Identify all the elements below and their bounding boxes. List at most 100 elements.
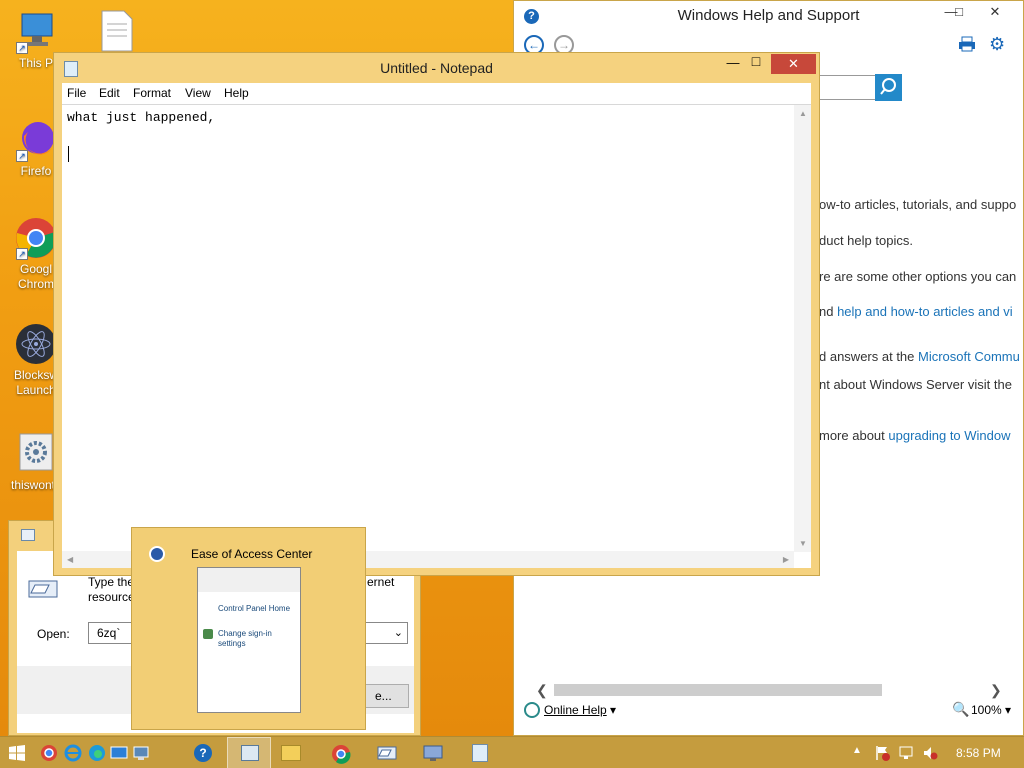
online-help-icon xyxy=(524,702,540,718)
help-text: duct help topics. xyxy=(819,233,913,248)
menu-help[interactable]: Help xyxy=(224,86,249,100)
run-icon xyxy=(27,575,61,601)
taskbar-run[interactable] xyxy=(365,737,409,768)
control-panel-icon xyxy=(241,745,259,761)
help-text-line: more about upgrading to Window xyxy=(819,428,1011,443)
scroll-right-icon[interactable]: ▶ xyxy=(783,555,789,564)
taskbar-ease-of-access[interactable] xyxy=(227,737,271,768)
close-button[interactable]: ✕ xyxy=(771,54,816,74)
thumbnail-window-preview[interactable]: Control Panel Home Change sign-in settin… xyxy=(197,567,301,713)
close-button[interactable]: ✕ xyxy=(980,1,1010,23)
help-horizontal-scrollbar[interactable]: ❮ ❯ xyxy=(524,681,1014,699)
taskbar-help-support[interactable]: ? xyxy=(181,737,225,768)
open-input-value: 6zq` xyxy=(97,626,121,640)
upgrading-link[interactable]: upgrading to Window xyxy=(888,428,1010,443)
windows-logo-icon xyxy=(9,745,25,761)
microsoft-community-link[interactable]: Microsoft Commu xyxy=(918,349,1020,364)
desktop-quicklaunch-icon[interactable] xyxy=(110,744,128,762)
online-help-dropdown[interactable]: Online Help ▾ xyxy=(544,703,616,717)
preview-header xyxy=(198,568,300,592)
edge-quicklaunch-icon[interactable] xyxy=(88,744,106,762)
preview-link-2: settings xyxy=(218,639,246,648)
chevron-down-icon: ▾ xyxy=(610,703,617,717)
zoom-icon[interactable]: 🔍 xyxy=(952,701,969,718)
chevron-down-icon: ▾ xyxy=(1005,703,1012,717)
help-text: nd xyxy=(819,304,838,319)
help-articles-link[interactable]: help and how-to articles and vi xyxy=(837,304,1013,319)
menu-view[interactable]: View xyxy=(185,86,211,100)
volume-muted-icon[interactable] xyxy=(922,745,938,761)
text-caret xyxy=(68,146,69,162)
browse-label: e... xyxy=(375,689,392,703)
action-center-flag-icon[interactable] xyxy=(874,745,890,761)
chrome-quicklaunch-icon[interactable] xyxy=(40,744,58,762)
menu-file[interactable]: File xyxy=(67,86,86,100)
search-button[interactable] xyxy=(875,74,902,101)
taskbar-clock[interactable]: 8:58 PM xyxy=(956,746,1001,760)
notepad-menubar: File Edit Format View Help xyxy=(62,83,811,104)
help-status-bar: Online Help ▾ 🔍 100% ▾ xyxy=(514,700,1024,720)
gear-icon[interactable]: ⚙ xyxy=(989,35,1007,53)
help-text: more about xyxy=(819,428,889,443)
menu-edit[interactable]: Edit xyxy=(99,86,120,100)
file-icon[interactable] xyxy=(100,10,134,52)
monitor-icon xyxy=(423,745,443,761)
run-app-icon xyxy=(21,529,35,541)
vertical-scrollbar[interactable]: ▲ ▼ xyxy=(794,105,811,552)
maximize-button[interactable]: □ xyxy=(742,53,770,73)
show-hidden-icons-chevron-up-icon[interactable]: ▲ xyxy=(852,745,862,756)
taskbar: ? ▲ 8:58 PM xyxy=(0,736,1024,768)
desktop: ↗ This P ↗ Firefo ↗ Googl Chrom Blocksw … xyxy=(0,0,1024,736)
atom-icon xyxy=(14,322,58,366)
ease-of-access-icon xyxy=(149,546,165,562)
zoom-level[interactable]: 100% ▾ xyxy=(971,703,1011,717)
shield-icon xyxy=(203,629,213,639)
taskbar-remote[interactable] xyxy=(411,737,455,768)
notepad-icon xyxy=(472,744,488,762)
preview-link-1: Change sign-in xyxy=(218,629,272,638)
notepad-title: Untitled - Notepad xyxy=(380,60,493,76)
help-question-icon: ? xyxy=(194,744,212,762)
scroll-thumb[interactable] xyxy=(554,684,882,696)
ie-quicklaunch-icon[interactable] xyxy=(64,744,82,762)
help-text: d answers at the xyxy=(819,349,918,364)
help-titlebar[interactable]: ? Windows Help and Support — □ ✕ xyxy=(514,1,1023,31)
scroll-left-icon[interactable]: ◀ xyxy=(67,555,73,564)
zoom-value: 100% xyxy=(971,703,1002,717)
run-description-1-end: ernet xyxy=(367,575,395,589)
help-text: ow-to articles, tutorials, and suppo xyxy=(819,197,1017,212)
taskbar-file-explorer[interactable] xyxy=(269,737,313,768)
help-search-input[interactable] xyxy=(814,75,876,100)
notepad-window: Untitled - Notepad — □ ✕ File Edit Forma… xyxy=(53,52,820,576)
notepad-content: what just happened, xyxy=(67,110,216,125)
notepad-text-area[interactable]: what just happened, ▲ ▼ ◀ ▶ xyxy=(62,104,811,568)
open-label: Open: xyxy=(37,627,70,641)
network-quicklaunch-icon[interactable] xyxy=(132,744,150,762)
taskbar-notepad[interactable] xyxy=(458,737,502,768)
online-help-label: Online Help xyxy=(544,703,607,717)
help-text-line: nd help and how-to articles and vi xyxy=(819,304,1013,319)
print-icon[interactable] xyxy=(958,36,976,52)
scroll-left-icon[interactable]: ❮ xyxy=(536,682,548,699)
thumbnail-title: Ease of Access Center xyxy=(191,547,313,561)
taskbar-thumbnail-preview[interactable]: Ease of Access Center Control Panel Home… xyxy=(131,527,366,730)
help-text: nt about Windows Server visit the xyxy=(819,377,1012,392)
chrome-icon xyxy=(332,745,351,764)
chevron-down-icon[interactable]: ⌄ xyxy=(394,626,403,639)
settings-file-icon xyxy=(14,432,58,476)
maximize-button[interactable]: □ xyxy=(944,1,974,23)
chrome-icon: ↗ xyxy=(14,216,58,260)
firefox-icon: ↗ xyxy=(14,118,58,162)
run-icon xyxy=(377,746,397,760)
start-button[interactable] xyxy=(8,745,26,761)
taskbar-chrome[interactable] xyxy=(319,737,363,768)
menu-format[interactable]: Format xyxy=(133,86,171,100)
folder-icon xyxy=(281,745,301,761)
help-text-line: d answers at the Microsoft Commu xyxy=(819,349,1020,364)
help-text: re are some other options you can xyxy=(819,269,1017,284)
scroll-right-icon[interactable]: ❯ xyxy=(990,682,1002,699)
scroll-up-icon[interactable]: ▲ xyxy=(799,109,807,118)
scroll-down-icon[interactable]: ▼ xyxy=(799,539,807,548)
network-icon[interactable] xyxy=(898,745,914,761)
computer-icon: ↗ xyxy=(14,10,58,54)
